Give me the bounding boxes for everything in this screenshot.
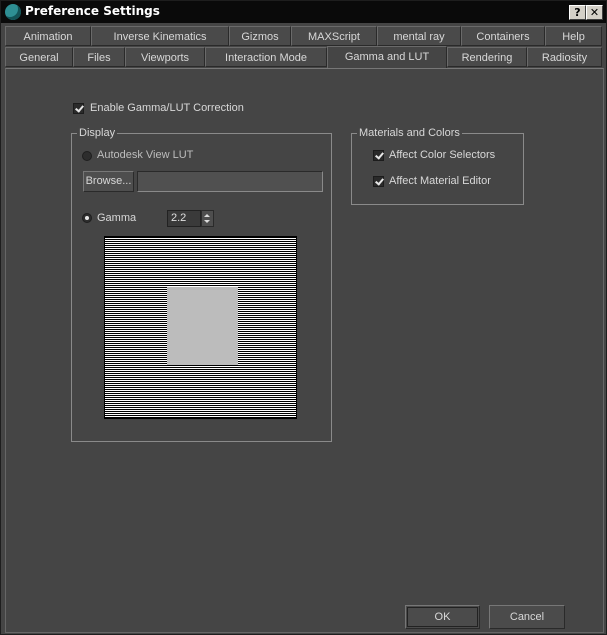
cancel-button[interactable]: Cancel — [489, 605, 565, 629]
enable-gamma-checkbox[interactable] — [73, 103, 84, 114]
tab-gizmos[interactable]: Gizmos — [229, 26, 291, 46]
gamma-spinner[interactable] — [201, 210, 214, 227]
tab-help[interactable]: Help — [545, 26, 602, 46]
affect-color-selectors-checkbox[interactable] — [373, 150, 384, 161]
tab-mental-ray[interactable]: mental ray — [377, 26, 461, 46]
lut-path-field[interactable] — [137, 171, 323, 192]
app-icon — [5, 4, 21, 20]
autodesk-view-lut-label: Autodesk View LUT — [97, 149, 194, 161]
tab-general[interactable]: General — [5, 47, 73, 67]
autodesk-view-lut-radio[interactable] — [82, 151, 92, 161]
materials-and-colors-group — [351, 133, 524, 205]
help-button[interactable]: ? — [569, 5, 586, 20]
tab-interaction-mode[interactable]: Interaction Mode — [205, 47, 327, 67]
gamma-value-field[interactable]: 2.2 — [167, 210, 201, 227]
tab-animation[interactable]: Animation — [5, 26, 91, 46]
window-title: Preference Settings — [25, 4, 160, 18]
gamma-radio[interactable] — [82, 213, 92, 223]
gamma-label: Gamma — [97, 212, 137, 224]
ok-button[interactable]: OK — [405, 605, 480, 629]
tab-files[interactable]: Files — [73, 47, 125, 67]
browse-button[interactable]: Browse... — [83, 171, 134, 192]
spinner-down-icon[interactable] — [204, 220, 210, 223]
affect-material-editor-label: Affect Material Editor — [389, 175, 491, 187]
spinner-up-icon[interactable] — [204, 214, 210, 217]
tab-gamma-and-lut[interactable]: Gamma and LUT — [327, 46, 447, 68]
tab-maxscript[interactable]: MAXScript — [291, 26, 377, 46]
preference-settings-window: Preference Settings ? ✕ Animation Invers… — [0, 0, 607, 635]
display-group-title: Display — [77, 127, 118, 139]
close-button[interactable]: ✕ — [586, 5, 603, 20]
tab-radiosity[interactable]: Radiosity — [527, 47, 602, 67]
affect-color-selectors-label: Affect Color Selectors — [389, 149, 496, 161]
tab-viewports[interactable]: Viewports — [125, 47, 205, 67]
tab-inverse-kinematics[interactable]: Inverse Kinematics — [91, 26, 229, 46]
title-bar[interactable]: Preference Settings ? ✕ — [1, 1, 606, 23]
materials-group-title: Materials and Colors — [357, 127, 462, 139]
gamma-test-square — [167, 287, 238, 365]
gamma-test-pattern — [104, 236, 297, 419]
tab-containers[interactable]: Containers — [461, 26, 545, 46]
enable-gamma-label: Enable Gamma/LUT Correction — [90, 102, 244, 114]
tab-rendering[interactable]: Rendering — [447, 47, 527, 67]
affect-material-editor-checkbox[interactable] — [373, 176, 384, 187]
